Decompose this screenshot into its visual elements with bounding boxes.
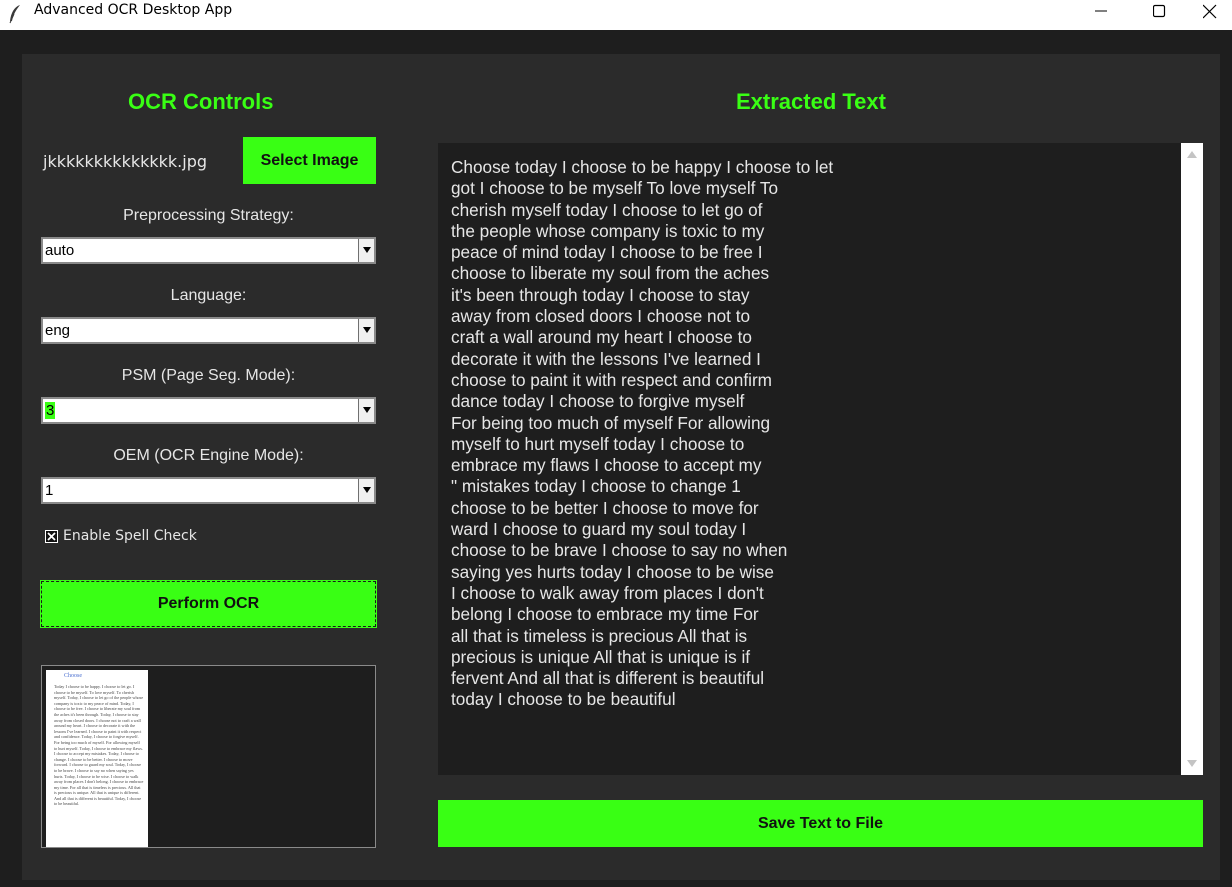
preprocessing-label: Preprocessing Strategy: [123,207,294,224]
feather-icon [8,4,22,24]
psm-dropdown-arrow[interactable] [358,399,374,422]
maximize-icon [1153,4,1166,18]
minimize-button[interactable] [1078,0,1124,30]
preview-page-text: Today I choose to be happy. I choose to … [54,684,144,807]
extracted-text-heading: Extracted Text [736,89,886,114]
text-scrollbar[interactable] [1181,143,1203,775]
language-value: eng [45,322,71,339]
language-dropdown-arrow[interactable] [358,319,374,342]
language-label: Language: [170,287,247,304]
window-title: Advanced OCR Desktop App [34,2,233,18]
select-image-button[interactable]: Select Image [243,137,376,184]
oem-label: OEM (OCR Engine Mode): [113,447,304,464]
minimize-icon [1095,10,1107,12]
preprocessing-select[interactable]: auto [41,237,376,264]
spell-check-option[interactable]: Enable Spell Check [45,528,197,544]
scroll-up-icon[interactable] [1186,150,1198,158]
image-preview: Choose Today I choose to be happy. I cho… [41,665,376,848]
psm-label: PSM (Page Seg. Mode): [121,367,296,384]
chevron-down-icon [363,327,371,333]
preview-page-title: Choose [64,673,82,679]
scroll-down-icon[interactable] [1186,760,1198,768]
maximize-button[interactable] [1136,0,1182,30]
close-button[interactable] [1186,0,1232,30]
spell-check-checkbox[interactable] [45,529,58,543]
psm-value: 3 [45,402,56,419]
spell-check-label: Enable Spell Check [63,528,197,544]
controls-heading: OCR Controls [128,89,274,114]
extracted-text-area[interactable]: Choose today I choose to be happy I choo… [438,143,1203,775]
checkmark-x-icon [46,530,57,542]
perform-ocr-button[interactable]: Perform OCR [40,580,377,628]
preprocessing-dropdown-arrow[interactable] [358,239,374,262]
preview-page-image: Choose Today I choose to be happy. I cho… [46,670,148,847]
language-select[interactable]: eng [41,317,376,344]
save-text-button[interactable]: Save Text to File [438,800,1203,847]
close-icon [1203,4,1217,19]
preprocessing-value: auto [45,242,75,259]
chevron-down-icon [363,247,371,253]
oem-dropdown-arrow[interactable] [358,479,374,502]
chevron-down-icon [363,407,371,413]
title-bar: Advanced OCR Desktop App [0,0,1232,30]
chevron-down-icon [363,487,371,493]
oem-select[interactable]: 1 [41,477,376,504]
psm-select[interactable]: 3 [41,397,376,424]
oem-value: 1 [45,482,54,499]
extracted-text-content[interactable]: Choose today I choose to be happy I choo… [451,157,1171,711]
selected-filename: jkkkkkkkkkkkkkk.jpg [43,152,208,171]
